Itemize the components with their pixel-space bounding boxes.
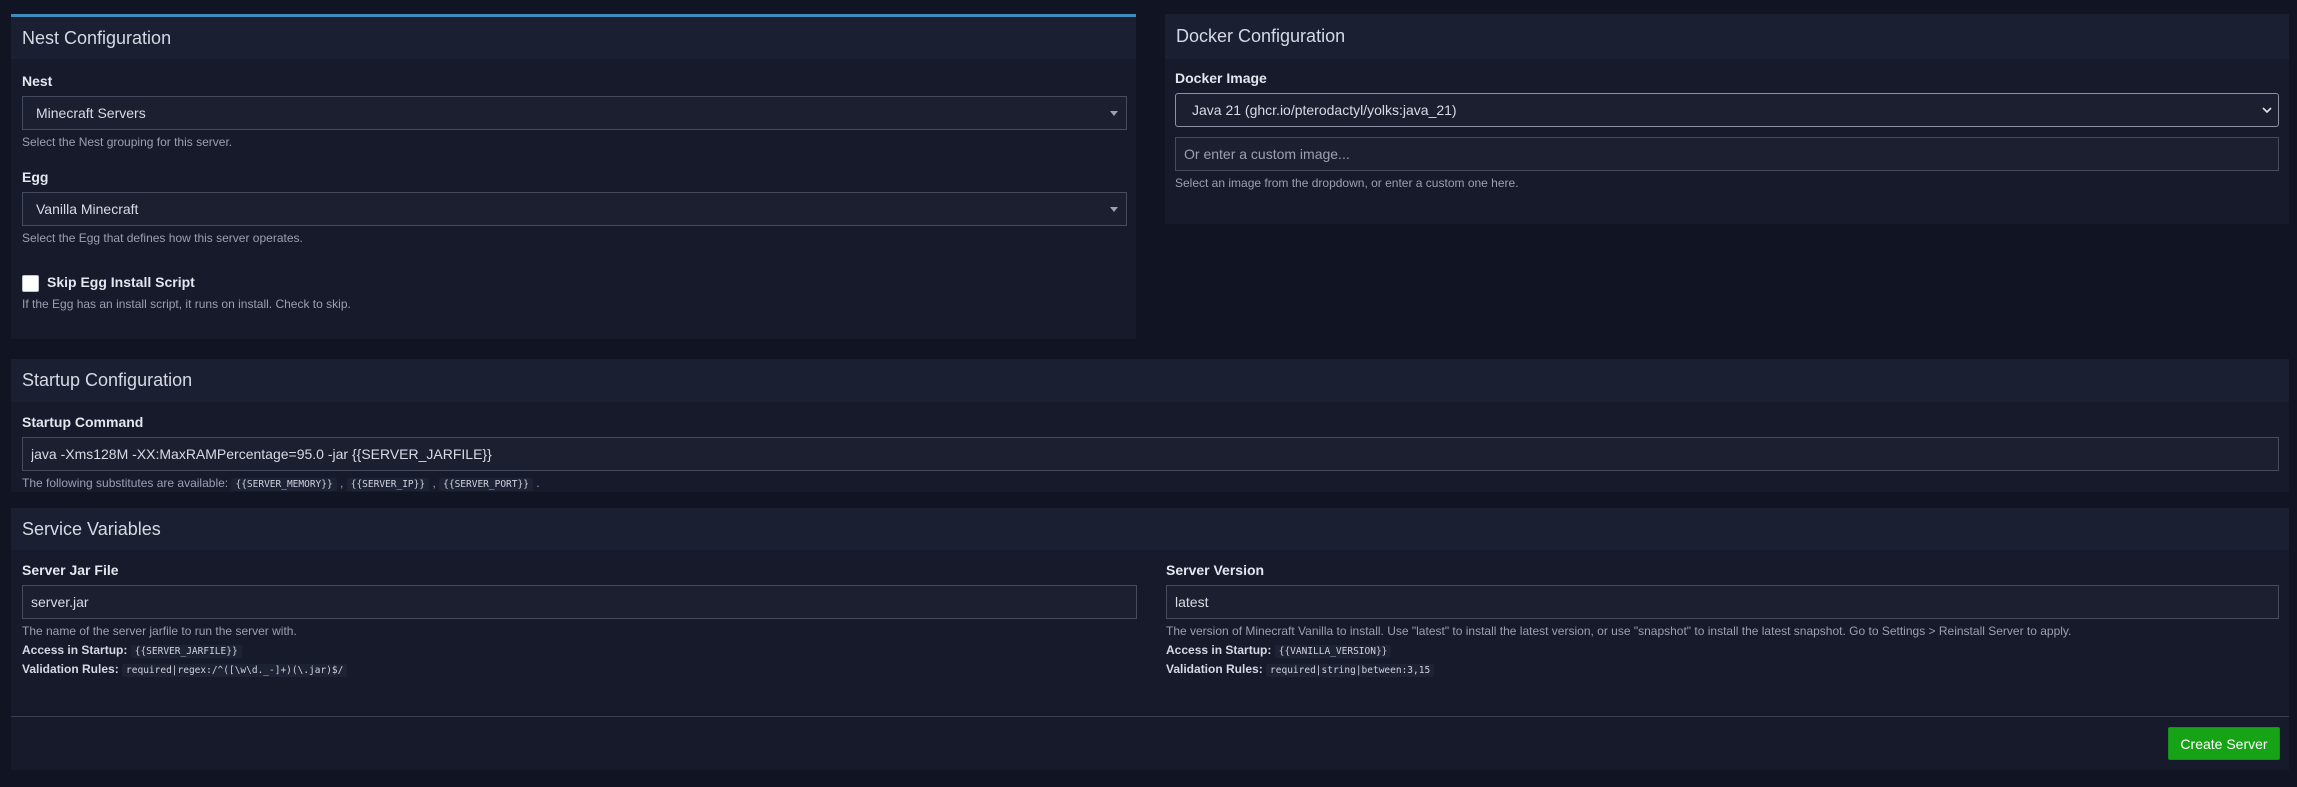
startup-command-input[interactable] xyxy=(22,437,2279,471)
create-server-page: Nest Configuration Nest Minecraft Server… xyxy=(0,0,2297,787)
chevron-down-icon xyxy=(2262,107,2272,114)
docker-configuration-panel: Docker Configuration Docker Image Java 2… xyxy=(1165,14,2289,224)
substitute-server-memory: {{SERVER_MEMORY}} xyxy=(231,478,337,491)
server-jar-file-rules: required|regex:/^([\w\d._-]+)(\.jar)$/ xyxy=(122,664,348,677)
access-in-startup-label: Access in Startup: xyxy=(22,643,128,657)
nest-configuration-header: Nest Configuration xyxy=(11,17,1136,59)
server-version-env: {{VANILLA_VERSION}} xyxy=(1274,645,1392,658)
nest-select[interactable]: Minecraft Servers xyxy=(22,96,1127,130)
docker-configuration-header: Docker Configuration xyxy=(1165,14,2289,59)
server-version-rules: required|string|between:3,15 xyxy=(1266,664,1435,677)
service-variables-panel: Service Variables Server Jar File The na… xyxy=(11,508,2289,770)
substitute-separator: , xyxy=(432,476,436,490)
server-jar-file-validation: Validation Rules: required|regex:/^([\w\… xyxy=(22,662,348,677)
server-version-description: The version of Minecraft Vanilla to inst… xyxy=(1166,624,2072,638)
docker-image-help: Select an image from the dropdown, or en… xyxy=(1175,176,1519,190)
startup-configuration-panel: Startup Configuration Startup Command Th… xyxy=(11,359,2289,492)
startup-configuration-title: Startup Configuration xyxy=(22,370,193,390)
server-jar-file-access: Access in Startup: {{SERVER_JARFILE}} xyxy=(22,643,242,658)
nest-configuration-title: Nest Configuration xyxy=(22,27,172,48)
validation-rules-label: Validation Rules: xyxy=(1166,662,1263,676)
custom-image-input[interactable] xyxy=(1175,137,2279,171)
create-server-button[interactable]: Create Server xyxy=(2168,727,2280,760)
startup-substitutes-help: The following substitutes are available:… xyxy=(22,476,540,491)
server-version-label: Server Version xyxy=(1166,562,1265,578)
egg-select-value: Vanilla Minecraft xyxy=(36,201,139,217)
service-variables-header: Service Variables xyxy=(11,508,2289,550)
server-version-validation: Validation Rules: required|string|betwee… xyxy=(1166,662,1435,677)
server-jar-file-label: Server Jar File xyxy=(22,562,119,578)
substitute-server-ip: {{SERVER_IP}} xyxy=(346,478,430,491)
startup-configuration-header: Startup Configuration xyxy=(11,359,2289,402)
docker-image-select[interactable]: Java 21 (ghcr.io/pterodactyl/yolks:java_… xyxy=(1175,93,2279,127)
egg-select[interactable]: Vanilla Minecraft xyxy=(22,192,1127,226)
skip-egg-script-checkbox[interactable] xyxy=(22,275,39,292)
docker-image-value: Java 21 (ghcr.io/pterodactyl/yolks:java_… xyxy=(1192,102,1457,118)
server-jar-file-env: {{SERVER_JARFILE}} xyxy=(130,645,242,658)
startup-command-label: Startup Command xyxy=(22,414,144,430)
server-jar-file-description: The name of the server jarfile to run th… xyxy=(22,624,297,638)
server-version-input[interactable] xyxy=(1166,585,2279,619)
service-variables-title: Service Variables xyxy=(22,518,161,539)
substitutes-prefix: The following substitutes are available: xyxy=(22,476,229,490)
footer-divider xyxy=(11,716,2289,717)
nest-label: Nest xyxy=(22,73,53,89)
docker-image-label: Docker Image xyxy=(1175,70,1267,86)
substitute-separator: , xyxy=(340,476,344,490)
nest-select-value: Minecraft Servers xyxy=(36,105,146,121)
substitute-server-port: {{SERVER_PORT}} xyxy=(439,478,533,491)
server-jar-file-input[interactable] xyxy=(22,585,1137,619)
nest-configuration-panel: Nest Configuration Nest Minecraft Server… xyxy=(11,14,1136,339)
nest-help: Select the Nest grouping for this server… xyxy=(22,135,233,149)
validation-rules-label: Validation Rules: xyxy=(22,662,119,676)
server-version-access: Access in Startup: {{VANILLA_VERSION}} xyxy=(1166,643,1392,658)
substitute-end: . xyxy=(536,476,540,490)
egg-help: Select the Egg that defines how this ser… xyxy=(22,231,303,245)
docker-configuration-title: Docker Configuration xyxy=(1176,26,1346,46)
access-in-startup-label: Access in Startup: xyxy=(1166,643,1272,657)
skip-egg-script-label[interactable]: Skip Egg Install Script xyxy=(47,274,195,290)
egg-label: Egg xyxy=(22,169,49,185)
skip-egg-script-help: If the Egg has an install script, it run… xyxy=(22,297,351,311)
